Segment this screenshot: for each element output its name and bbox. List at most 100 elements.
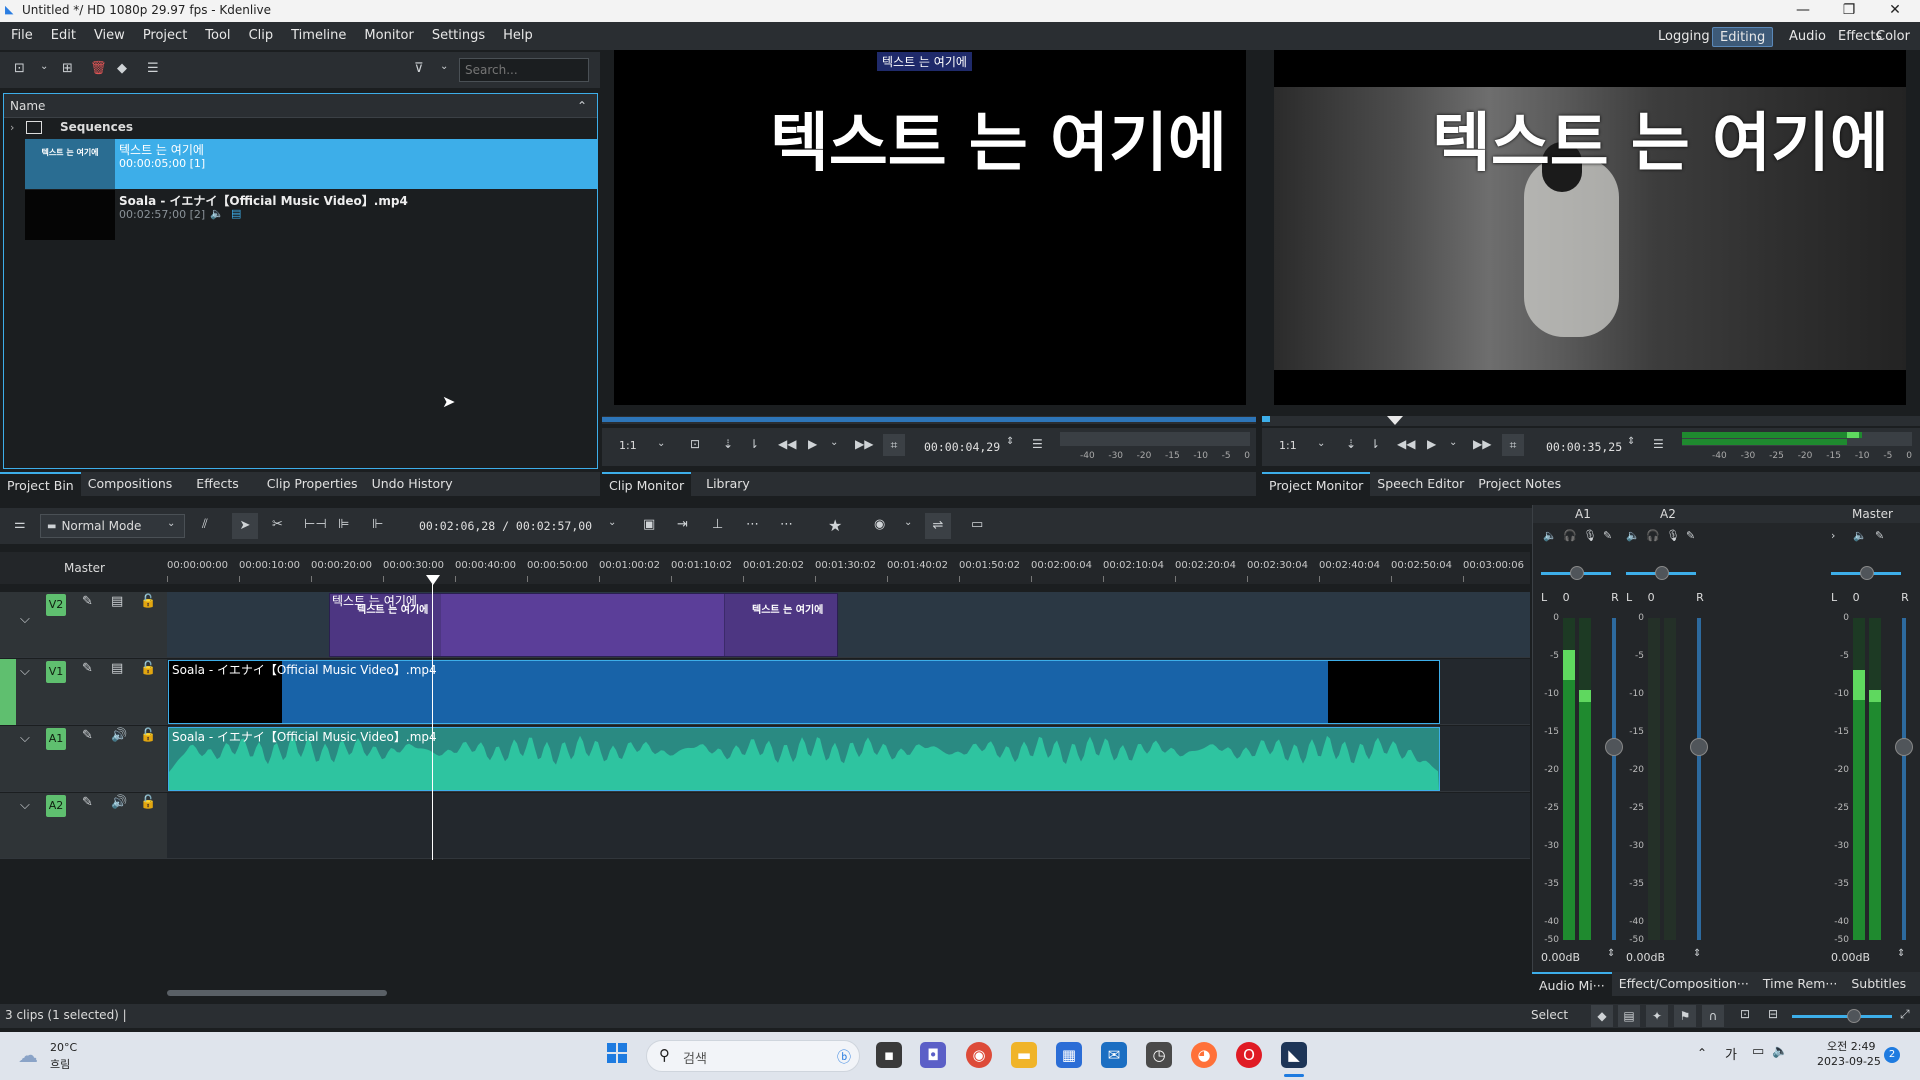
windows-start-icon[interactable] (607, 1043, 627, 1063)
menu-timeline[interactable]: Timeline (282, 22, 355, 50)
monitor-menu-icon[interactable]: ☰ (1032, 437, 1043, 451)
ripple-tool-icon[interactable]: ⊫ (338, 517, 349, 532)
track-name[interactable]: A1 (46, 728, 66, 750)
clock-date[interactable]: 2023-09-25 (1817, 1055, 1881, 1068)
task-view-icon[interactable]: ▪ (876, 1042, 902, 1068)
delete-icon[interactable]: 🗑 (90, 61, 107, 76)
rewind-icon[interactable]: ◀◀ (1397, 437, 1415, 451)
crop-icon[interactable]: ⌗ (883, 434, 905, 456)
tag-icon[interactable]: ◆ (117, 61, 127, 76)
track-settings-icon[interactable]: ⚌ (14, 517, 26, 532)
workspace-audio[interactable]: Audio (1782, 27, 1833, 47)
effects-icon[interactable]: ✎ (82, 795, 93, 810)
favorite-star-icon[interactable]: ★ (828, 516, 842, 535)
store-icon[interactable]: ▦ (1056, 1042, 1082, 1068)
record-icon[interactable]: ◉ (874, 517, 885, 532)
lock-icon[interactable]: 🔓 (140, 728, 156, 743)
project-timecode[interactable]: 00:00:35,25 (1546, 440, 1622, 454)
tab-library[interactable]: Library (699, 472, 757, 496)
effects-icon[interactable]: ✎ (82, 661, 93, 676)
a2-volume-fader[interactable] (1690, 618, 1708, 940)
kdenlive-taskbar-icon[interactable]: ◣ (1281, 1042, 1307, 1068)
mail-icon[interactable]: ✉ (1101, 1042, 1127, 1068)
insert-icon[interactable]: ⇥ (677, 517, 688, 532)
maximize-button[interactable]: ❐ (1826, 0, 1872, 22)
fader-handle[interactable] (1895, 738, 1913, 756)
timeline-playhead-marker[interactable] (426, 575, 440, 585)
minimize-button[interactable]: — (1780, 0, 1826, 22)
chevron-down-icon[interactable]: ⌄ (40, 61, 48, 72)
forward-icon[interactable]: ▶▶ (855, 437, 873, 451)
file-explorer-icon[interactable]: ▬ (1011, 1042, 1037, 1068)
record-mic-icon[interactable]: 🎙 (1583, 529, 1597, 542)
tab-clip-properties[interactable]: Clip Properties (260, 472, 365, 496)
project-monitor-ruler[interactable] (1262, 416, 1920, 426)
lock-icon[interactable]: 🔓 (140, 795, 156, 810)
fader-handle[interactable] (1605, 738, 1623, 756)
solo-headphones-icon[interactable]: 🎧 (1563, 529, 1577, 542)
snap-icon[interactable]: ⇌ (925, 513, 951, 539)
zoom-dropdown-icon[interactable]: ⌄ (1317, 438, 1325, 449)
master-label[interactable]: Master (64, 561, 105, 575)
zoom-out-icon[interactable]: ⊟ (1768, 1007, 1778, 1021)
tab-effect-composition[interactable]: Effect/Composition··· (1612, 972, 1756, 996)
snap-magnet-icon[interactable]: ∩ (1702, 1005, 1724, 1027)
track-name[interactable]: V2 (46, 594, 66, 616)
notification-badge[interactable]: 2 (1884, 1047, 1900, 1063)
menu-monitor[interactable]: Monitor (355, 22, 422, 50)
master-pan-value[interactable]: 0 (1853, 591, 1860, 604)
speaker-icon[interactable]: 🔊 (111, 728, 127, 743)
collapse-icon[interactable]: ⌵ (20, 798, 30, 813)
select-tool-icon[interactable]: ➤ (232, 513, 258, 539)
thumbnail-icon[interactable]: ▤ (1618, 1005, 1640, 1027)
solo-headphones-icon[interactable]: 🎧 (1646, 529, 1660, 542)
tab-undo-history[interactable]: Undo History (365, 472, 460, 496)
expand-arrow-icon[interactable]: › (10, 121, 14, 134)
lift-icon[interactable]: ⋯ (746, 517, 759, 532)
record-dropdown-icon[interactable]: ⌄ (904, 517, 912, 528)
forward-icon[interactable]: ▶▶ (1473, 437, 1491, 451)
a1-pan-value[interactable]: 0 (1563, 591, 1570, 604)
film-icon[interactable]: ▤ (111, 661, 123, 676)
record-mic-icon[interactable]: 🎙 (1666, 529, 1680, 542)
filter-dropdown-icon[interactable]: ⌄ (440, 61, 448, 72)
clip-timecode[interactable]: 00:00:04,29 (924, 440, 1000, 454)
timecode-spin-icon[interactable]: ⇕ (1627, 436, 1635, 447)
play-dropdown-icon[interactable]: ⌄ (830, 437, 838, 448)
timeline-empty-area[interactable] (0, 860, 1530, 1000)
opera-icon[interactable]: O (1236, 1042, 1262, 1068)
a2-pan-slider[interactable] (1626, 566, 1696, 580)
razor-all-icon[interactable]: ⫽ (202, 517, 208, 532)
chrome-icon[interactable]: ◉ (966, 1042, 992, 1068)
play-icon[interactable]: ▶ (1427, 437, 1436, 451)
a2-db-value[interactable]: 0.00dB (1626, 951, 1665, 964)
workspace-editing[interactable]: Editing (1712, 27, 1774, 47)
clip-monitor-ruler[interactable] (602, 416, 1256, 424)
menu-clip[interactable]: Clip (240, 22, 283, 50)
bin-item-video-clip[interactable]: Soala - イエナイ【Official Music Video】.mp4 0… (25, 190, 597, 240)
slip-tool-icon[interactable]: ⊩ (372, 517, 383, 532)
tab-project-notes[interactable]: Project Notes (1471, 472, 1568, 496)
weather-desc[interactable]: 흐림 (50, 1056, 70, 1072)
set-out-icon[interactable]: ⇂ (1370, 437, 1380, 451)
pan-handle[interactable] (1655, 566, 1669, 580)
tab-project-monitor[interactable]: Project Monitor (1262, 472, 1371, 496)
close-button[interactable]: ✕ (1872, 0, 1918, 22)
workspace-logging[interactable]: Logging (1651, 27, 1717, 47)
collapse-icon[interactable]: ⌵ (20, 612, 30, 627)
audio-thumb-icon[interactable]: ✦ (1646, 1005, 1668, 1027)
tab-compositions[interactable]: Compositions (81, 472, 180, 496)
menu-settings[interactable]: Settings (423, 22, 494, 50)
add-clip-icon[interactable]: ⊡ (14, 61, 25, 76)
project-zoom[interactable]: 1:1 (1279, 439, 1297, 452)
audio-clip[interactable]: Soala - イエナイ【Official Music Video】.mp4 (168, 727, 1440, 791)
mute-icon[interactable]: 🔈 (1853, 529, 1867, 542)
lock-icon[interactable]: 🔓 (140, 661, 156, 676)
a1-volume-fader[interactable] (1605, 618, 1623, 940)
lock-icon[interactable]: 🔓 (140, 594, 156, 609)
timeline-ruler[interactable]: 00:00:00:00 00:00:10:00 00:00:20:00 00:00:3… (167, 552, 1530, 584)
timeline-position[interactable]: 00:02:06,28 / 00:02:57,00 (419, 519, 592, 533)
timeline-playhead[interactable] (432, 584, 433, 860)
playhead-marker[interactable] (1387, 416, 1403, 425)
tab-speech-editor[interactable]: Speech Editor (1370, 472, 1471, 496)
